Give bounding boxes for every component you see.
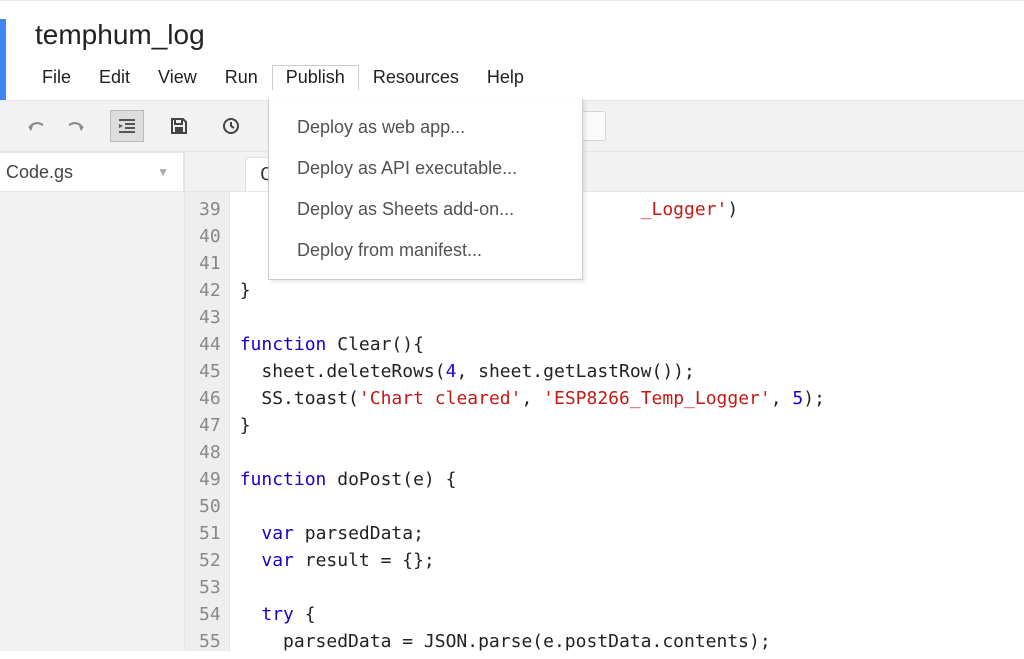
redo-button[interactable] <box>58 110 92 142</box>
deploy-from-manifest[interactable]: Deploy from manifest... <box>269 230 582 271</box>
save-button[interactable] <box>162 110 196 142</box>
code-line[interactable]: sheet.deleteRows(4, sheet.getLastRow()); <box>240 358 825 385</box>
code-line[interactable]: function Clear(){ <box>240 331 825 358</box>
menu-publish[interactable]: Publish <box>272 65 359 90</box>
code-line[interactable]: parsedData = JSON.parse(e.postData.conte… <box>240 628 825 651</box>
deploy-api-executable[interactable]: Deploy as API executable... <box>269 148 582 189</box>
code-line[interactable]: var parsedData; <box>240 520 825 547</box>
sidebar: Code.gs ▼ <box>0 152 185 651</box>
line-number: 50 <box>199 493 221 520</box>
line-number: 44 <box>199 331 221 358</box>
triggers-button[interactable] <box>214 110 248 142</box>
code-line[interactable]: SS.toast('Chart cleared', 'ESP8266_Temp_… <box>240 385 825 412</box>
menubar: File Edit View Run Publish Resources Hel… <box>0 59 1024 100</box>
line-number: 49 <box>199 466 221 493</box>
line-number: 48 <box>199 439 221 466</box>
line-number: 47 <box>199 412 221 439</box>
file-name-label: Code.gs <box>6 162 73 183</box>
line-number: 46 <box>199 385 221 412</box>
code-line[interactable]: function doPost(e) { <box>240 466 825 493</box>
line-gutter: 394041424344454647484950515253545556 <box>185 192 230 651</box>
line-number: 52 <box>199 547 221 574</box>
undo-button[interactable] <box>20 110 54 142</box>
publish-dropdown: Deploy as web app... Deploy as API execu… <box>268 99 583 280</box>
code-line[interactable] <box>240 439 825 466</box>
menu-file[interactable]: File <box>28 65 85 90</box>
line-number: 51 <box>199 520 221 547</box>
code-line[interactable]: } <box>240 277 825 304</box>
deploy-web-app[interactable]: Deploy as web app... <box>269 107 582 148</box>
line-number: 42 <box>199 277 221 304</box>
deploy-sheets-addon[interactable]: Deploy as Sheets add-on... <box>269 189 582 230</box>
line-number: 40 <box>199 223 221 250</box>
project-title[interactable]: temphum_log <box>0 11 1024 59</box>
menu-run[interactable]: Run <box>211 65 272 90</box>
line-number: 45 <box>199 358 221 385</box>
line-number: 43 <box>199 304 221 331</box>
line-number: 41 <box>199 250 221 277</box>
function-select-dropdown[interactable] <box>580 111 606 141</box>
menu-resources[interactable]: Resources <box>359 65 473 90</box>
indent-button[interactable] <box>110 110 144 142</box>
code-line[interactable] <box>240 304 825 331</box>
line-number: 55 <box>199 628 221 651</box>
code-line[interactable]: try { <box>240 601 825 628</box>
menu-view[interactable]: View <box>144 65 211 90</box>
code-line[interactable] <box>240 493 825 520</box>
line-number: 53 <box>199 574 221 601</box>
file-caret-icon[interactable]: ▼ <box>157 165 169 179</box>
code-line[interactable] <box>240 574 825 601</box>
line-number: 54 <box>199 601 221 628</box>
file-tab-code-gs[interactable]: Code.gs ▼ <box>0 152 184 192</box>
code-line[interactable]: var result = {}; <box>240 547 825 574</box>
line-number: 39 <box>199 196 221 223</box>
topbar: temphum_log File Edit View Run Publish R… <box>0 0 1024 100</box>
code-line[interactable]: } <box>240 412 825 439</box>
menu-help[interactable]: Help <box>473 65 538 90</box>
menu-edit[interactable]: Edit <box>85 65 144 90</box>
